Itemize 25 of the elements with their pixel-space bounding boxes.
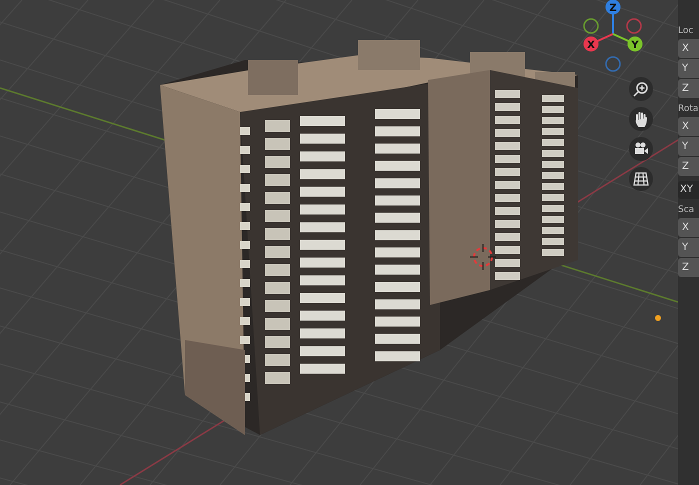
3d-viewport[interactable]: Z X Y [0,0,678,485]
section-label: Rota [678,103,699,116]
axis-label: Y [631,40,639,51]
axis-handle[interactable] [606,0,620,14]
axis-handle[interactable] [584,36,598,52]
mode-dropdown[interactable]: XY [678,181,699,199]
number-field[interactable]: Z [678,258,699,277]
negative-axis-handle[interactable] [583,18,599,34]
axis-label: X [587,40,595,51]
number-field[interactable]: X [678,39,699,58]
number-field[interactable]: Z [678,157,699,176]
number-field[interactable]: X [678,117,699,136]
number-field[interactable]: Z [678,79,699,98]
section-label: Loc [678,25,694,38]
axis-label: Z [609,3,617,14]
origin-dot [655,315,661,321]
number-field[interactable]: Y [678,238,699,257]
3d-cursor-icon [470,244,496,270]
axis-handle[interactable] [628,36,642,52]
negative-axis-handle[interactable] [605,56,621,72]
number-field[interactable]: X [678,218,699,237]
negative-axis-handle[interactable] [626,18,642,34]
number-field[interactable]: Y [678,137,699,156]
number-field[interactable]: Y [678,59,699,78]
section-label: Sca [678,204,696,217]
